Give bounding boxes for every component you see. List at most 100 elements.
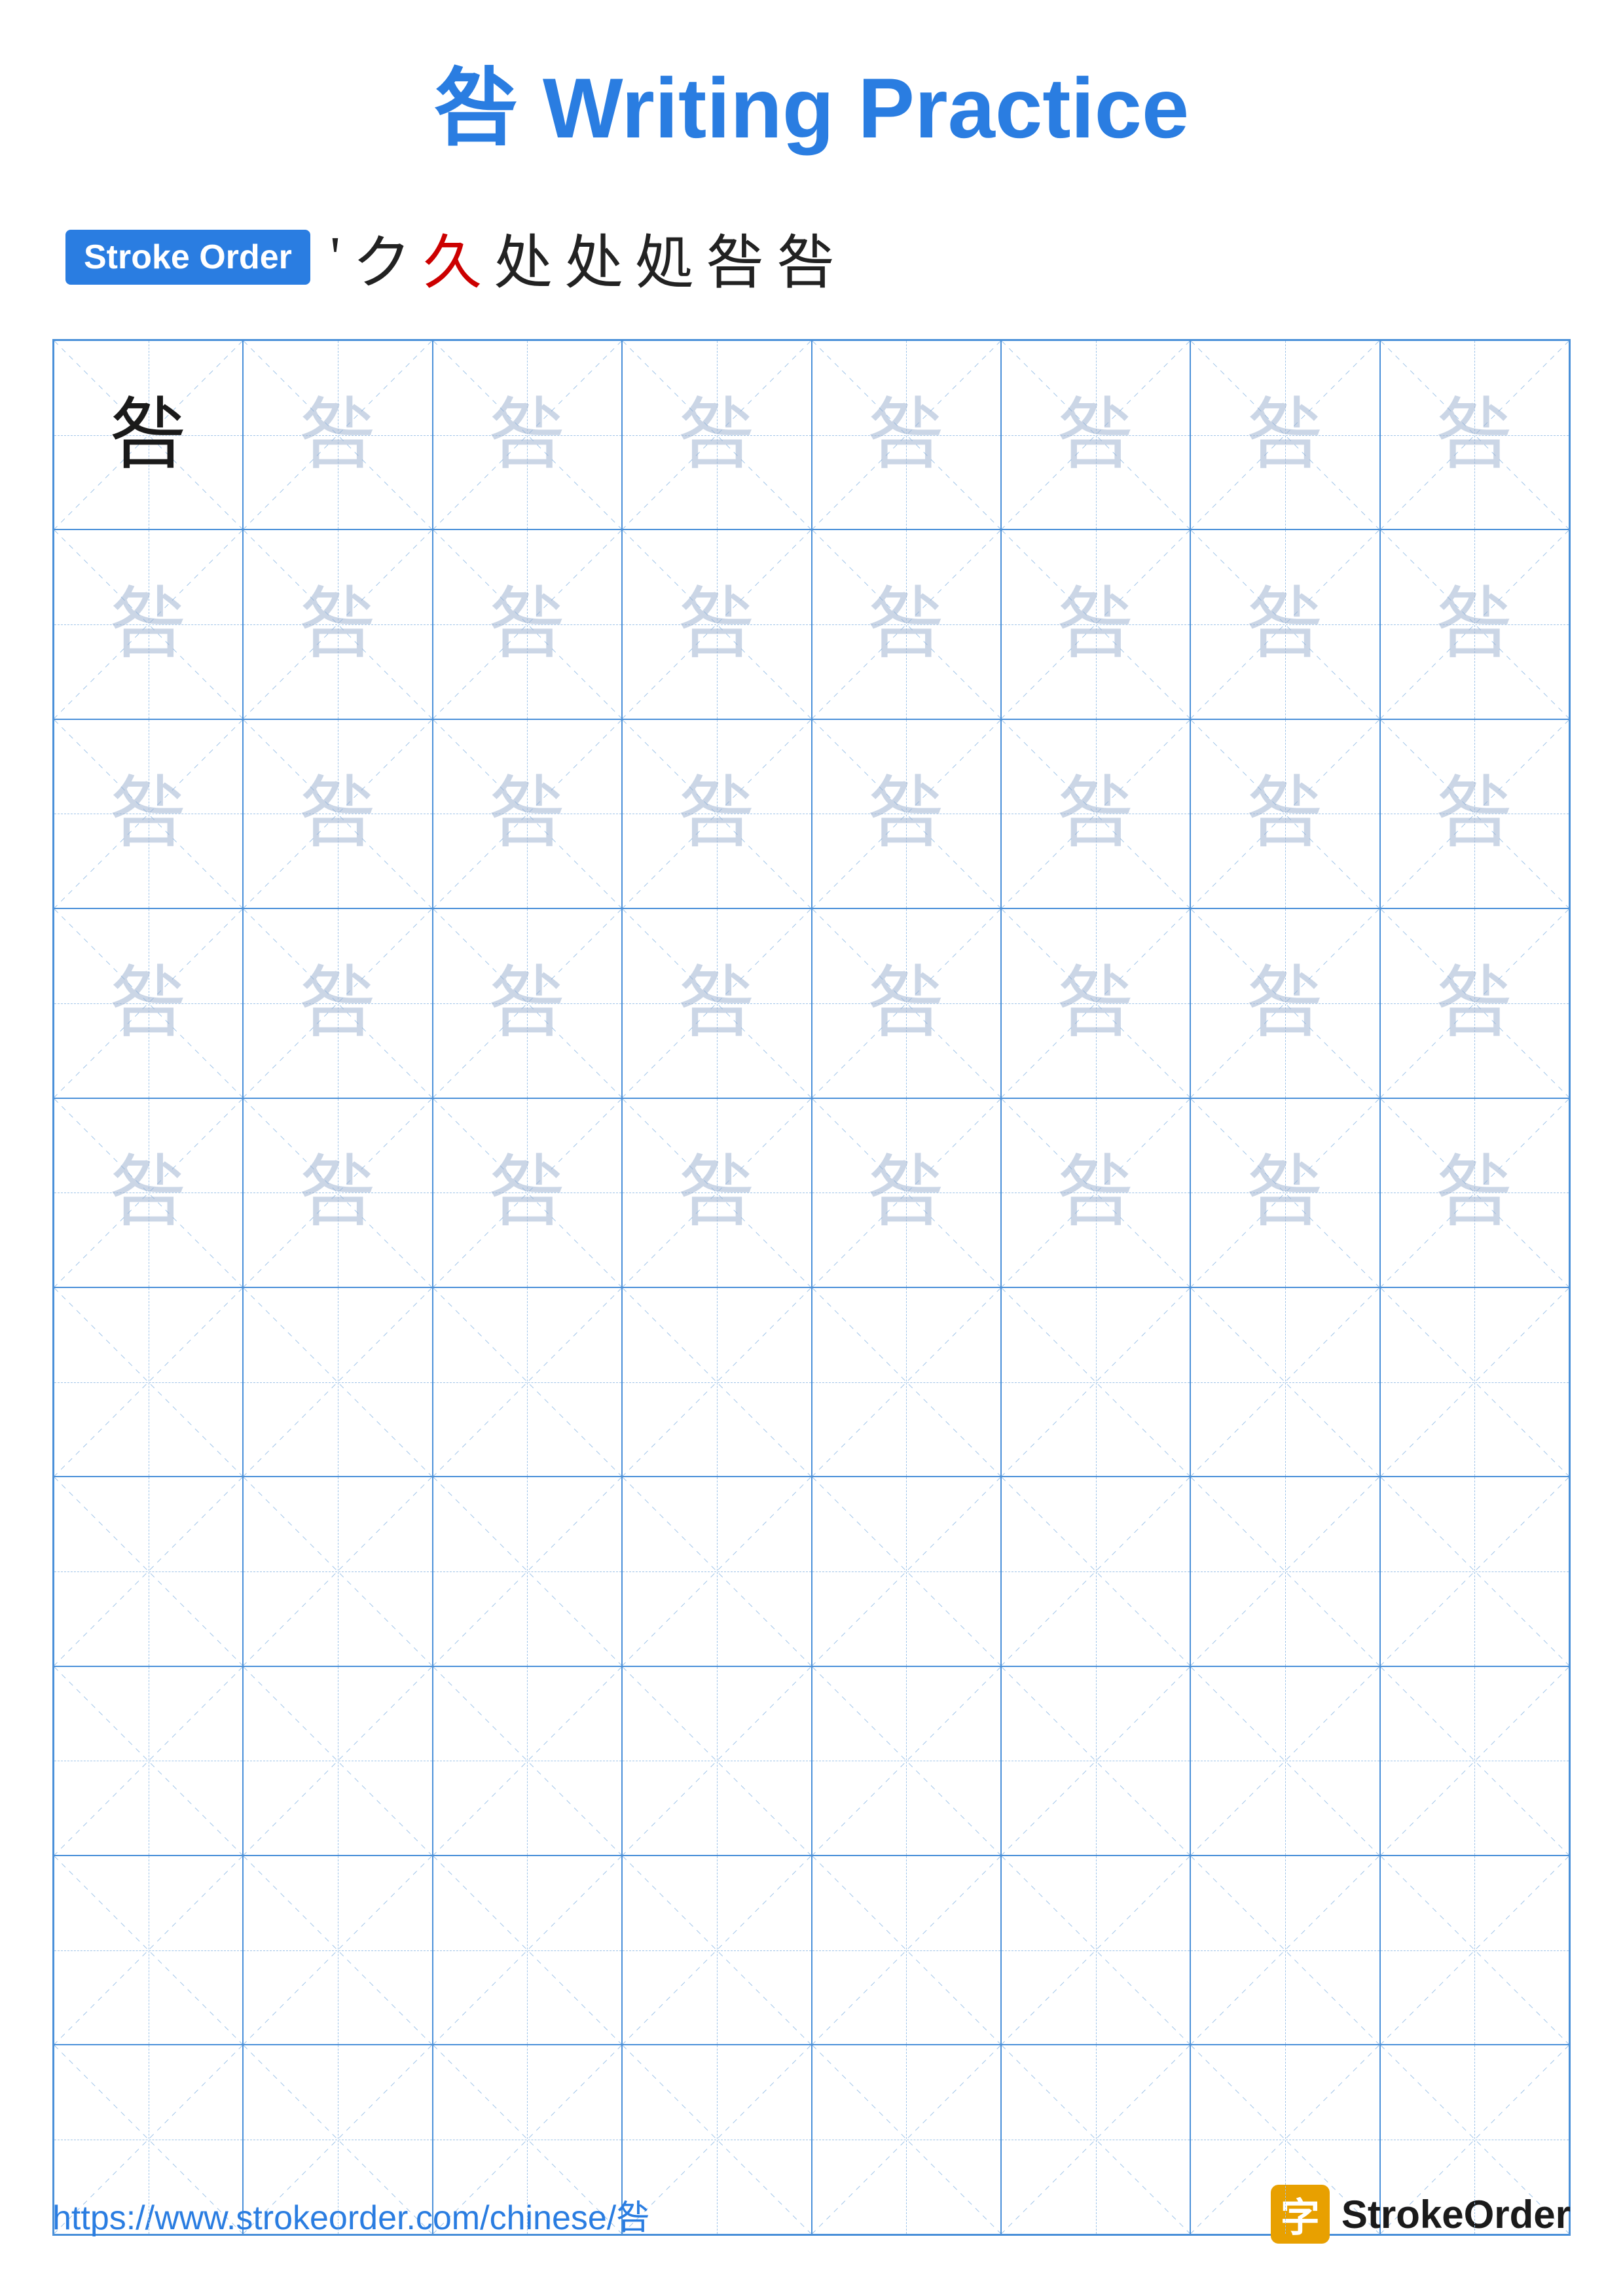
grid-cell[interactable]: 咎 <box>1190 908 1379 1098</box>
grid-cell[interactable] <box>433 1856 622 2045</box>
grid-cell[interactable] <box>812 1666 1001 1856</box>
stroke-step-2: ク <box>352 215 411 300</box>
grid-cell[interactable]: 咎 <box>433 908 622 1098</box>
grid-cell[interactable] <box>1380 1856 1569 2045</box>
grid-cell[interactable]: 咎 <box>243 1098 432 1287</box>
grid-cell[interactable] <box>812 1287 1001 1477</box>
grid-cell[interactable] <box>622 1666 811 1856</box>
practice-char: 咎 <box>1246 1153 1324 1232</box>
grid-cell[interactable]: 咎 <box>622 908 811 1098</box>
grid-cell[interactable] <box>54 1477 243 1666</box>
grid-cell[interactable]: 咎 <box>622 1098 811 1287</box>
grid-cell[interactable] <box>243 1666 432 1856</box>
practice-char: 咎 <box>678 396 756 475</box>
practice-char: 咎 <box>299 1153 377 1232</box>
grid-cell[interactable] <box>1001 1666 1190 1856</box>
stroke-sequence: ' ク 久 处 处 処 咎 咎 <box>330 215 835 300</box>
grid-cell[interactable]: 咎 <box>433 529 622 719</box>
grid-cell[interactable]: 咎 <box>243 719 432 908</box>
grid-cell[interactable]: 咎 <box>1001 340 1190 529</box>
grid-cell[interactable] <box>1380 1287 1569 1477</box>
grid-cell[interactable]: 咎 <box>812 908 1001 1098</box>
grid-cell[interactable] <box>54 1666 243 1856</box>
grid-cell[interactable]: 咎 <box>622 719 811 908</box>
grid-cell[interactable]: 咎 <box>54 719 243 908</box>
stroke-order-badge: Stroke Order <box>65 230 310 285</box>
grid-cell[interactable]: 咎 <box>1380 340 1569 529</box>
grid-cell[interactable] <box>1190 1856 1379 2045</box>
practice-char: 咎 <box>678 585 756 664</box>
footer-logo: 字 StrokeOrder <box>1271 2185 1571 2244</box>
grid-cell[interactable] <box>243 1477 432 1666</box>
grid-cell[interactable]: 咎 <box>812 1098 1001 1287</box>
practice-char: 咎 <box>1435 396 1514 475</box>
practice-char: 咎 <box>299 585 377 664</box>
grid-cell[interactable]: 咎 <box>622 529 811 719</box>
grid-cell[interactable] <box>1190 1287 1379 1477</box>
grid-cell[interactable] <box>1001 1287 1190 1477</box>
practice-char: 咎 <box>867 964 945 1043</box>
practice-char: 咎 <box>1435 1153 1514 1232</box>
stroke-step-1: ' <box>330 224 340 291</box>
grid-cell[interactable]: 咎 <box>1190 719 1379 908</box>
grid-cell[interactable]: 咎 <box>812 529 1001 719</box>
grid-cell[interactable]: 咎 <box>1190 340 1379 529</box>
grid-cell[interactable]: 咎 <box>433 1098 622 1287</box>
practice-char: 咎 <box>1057 585 1135 664</box>
grid-cell[interactable]: 咎 <box>433 340 622 529</box>
grid-cell[interactable]: 咎 <box>622 340 811 529</box>
practice-char: 咎 <box>299 964 377 1043</box>
grid-cell[interactable] <box>812 1856 1001 2045</box>
grid-cell[interactable] <box>622 1477 811 1666</box>
practice-char: 咎 <box>678 774 756 853</box>
grid-cell[interactable] <box>243 1856 432 2045</box>
grid-cell[interactable]: 咎 <box>812 719 1001 908</box>
practice-char: 咎 <box>1057 396 1135 475</box>
grid-cell[interactable] <box>1380 1477 1569 1666</box>
grid-cell[interactable]: 咎 <box>1190 529 1379 719</box>
practice-char: 咎 <box>867 396 945 475</box>
stroke-step-7: 咎 <box>706 215 765 300</box>
practice-char: 咎 <box>1057 964 1135 1043</box>
practice-char: 咎 <box>678 1153 756 1232</box>
grid-cell[interactable] <box>433 1666 622 1856</box>
practice-char: 咎 <box>867 1153 945 1232</box>
grid-cell[interactable] <box>433 1477 622 1666</box>
grid-cell[interactable] <box>622 1287 811 1477</box>
grid-cell[interactable]: 咎 <box>243 529 432 719</box>
grid-cell[interactable] <box>1001 1477 1190 1666</box>
grid-cell[interactable]: 咎 <box>1380 719 1569 908</box>
grid-cell[interactable] <box>622 1856 811 2045</box>
grid-cell[interactable]: 咎 <box>1001 1098 1190 1287</box>
grid-cell[interactable] <box>54 1856 243 2045</box>
practice-char: 咎 <box>1246 585 1324 664</box>
grid-cell[interactable]: 咎 <box>1001 719 1190 908</box>
practice-char: 咎 <box>1246 774 1324 853</box>
grid-cell[interactable] <box>54 1287 243 1477</box>
grid-cell[interactable]: 咎 <box>243 908 432 1098</box>
grid-cell[interactable]: 咎 <box>54 340 243 529</box>
grid-cell[interactable]: 咎 <box>1190 1098 1379 1287</box>
grid-cell[interactable] <box>1190 1666 1379 1856</box>
grid-cell[interactable] <box>243 1287 432 1477</box>
grid-cell[interactable]: 咎 <box>54 1098 243 1287</box>
grid-cell[interactable]: 咎 <box>1380 1098 1569 1287</box>
grid-cell[interactable]: 咎 <box>243 340 432 529</box>
grid-cell[interactable]: 咎 <box>1001 908 1190 1098</box>
grid-cell[interactable]: 咎 <box>54 529 243 719</box>
grid-cell[interactable] <box>812 1477 1001 1666</box>
practice-char: 咎 <box>867 774 945 853</box>
grid-cell[interactable] <box>1380 1666 1569 1856</box>
practice-char: 咎 <box>488 964 566 1043</box>
grid-cell[interactable]: 咎 <box>54 908 243 1098</box>
footer-url: https://www.strokeorder.com/chinese/咎 <box>52 2190 650 2239</box>
grid-cell[interactable] <box>1190 1477 1379 1666</box>
grid-cell[interactable]: 咎 <box>1380 908 1569 1098</box>
practice-char: 咎 <box>488 396 566 475</box>
grid-cell[interactable]: 咎 <box>1001 529 1190 719</box>
grid-cell[interactable] <box>433 1287 622 1477</box>
grid-cell[interactable] <box>1001 1856 1190 2045</box>
grid-cell[interactable]: 咎 <box>812 340 1001 529</box>
grid-cell[interactable]: 咎 <box>433 719 622 908</box>
grid-cell[interactable]: 咎 <box>1380 529 1569 719</box>
